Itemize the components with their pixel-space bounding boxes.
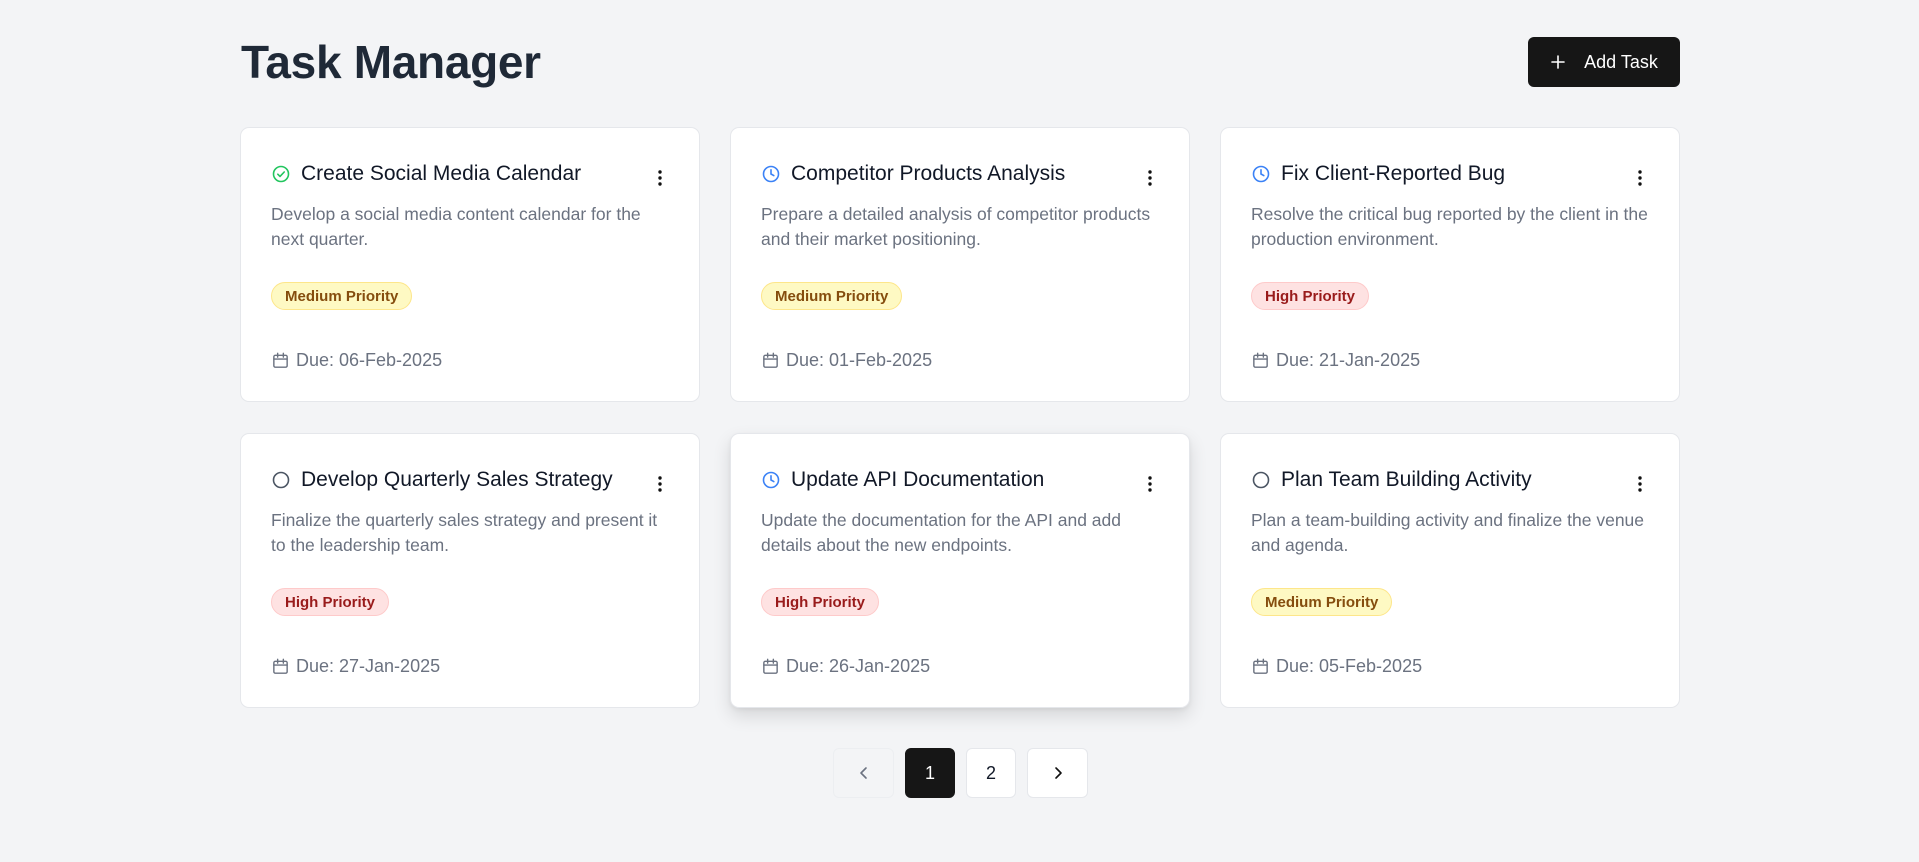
task-card: Create Social Media Calendar Develop a s… xyxy=(240,127,700,402)
due-date: Due: 05-Feb-2025 xyxy=(1251,656,1422,677)
add-task-label: Add Task xyxy=(1584,51,1658,72)
more-options-icon[interactable] xyxy=(1138,166,1162,190)
clock-icon[interactable] xyxy=(761,470,781,490)
task-description: Resolve the critical bug reported by the… xyxy=(1251,204,1648,249)
more-options-icon[interactable] xyxy=(1628,166,1652,190)
due-date: Due: 26-Jan-2025 xyxy=(761,656,930,677)
clock-icon[interactable] xyxy=(761,164,781,184)
due-date-label: Due: 05-Feb-2025 xyxy=(1276,656,1423,676)
due-date: Due: 06-Feb-2025 xyxy=(271,350,442,371)
task-description: Plan a team-building activity and finali… xyxy=(1251,510,1645,555)
task-description: Prepare a detailed analysis of competito… xyxy=(761,204,1151,249)
due-date-label: Due: 01-Feb-2025 xyxy=(786,350,933,370)
task-grid: Create Social Media Calendar Develop a s… xyxy=(240,127,1680,708)
add-task-button[interactable]: Add Task xyxy=(1528,37,1680,87)
calendar-icon xyxy=(763,658,778,674)
task-description: Finalize the quarterly sales strategy an… xyxy=(271,510,658,555)
due-date-label: Due: 06-Feb-2025 xyxy=(296,350,443,370)
task-description: Develop a social media content calendar … xyxy=(271,204,641,249)
page-title: Task Manager xyxy=(241,36,541,88)
clock-icon[interactable] xyxy=(1251,164,1271,184)
circle-icon[interactable] xyxy=(1251,470,1271,490)
chevron-left-icon xyxy=(859,767,867,779)
priority-badge: Medium Priority xyxy=(271,282,413,310)
more-options-icon[interactable] xyxy=(1138,472,1162,496)
calendar-icon xyxy=(1253,658,1268,674)
due-date-label: Due: 26-Jan-2025 xyxy=(786,656,931,676)
due-date: Due: 01-Feb-2025 xyxy=(761,350,932,371)
calendar-icon xyxy=(1253,352,1268,368)
plus-icon xyxy=(1551,55,1565,69)
previous-page-button[interactable] xyxy=(833,748,894,798)
task-title: Competitor Products Analysis xyxy=(791,162,1066,185)
task-title: Develop Quarterly Sales Strategy xyxy=(301,468,613,491)
priority-badge: High Priority xyxy=(271,588,390,616)
task-title: Fix Client-Reported Bug xyxy=(1281,162,1506,185)
more-options-icon[interactable] xyxy=(648,472,672,496)
priority-badge: Medium Priority xyxy=(761,282,903,310)
task-title: Plan Team Building Activity xyxy=(1281,468,1532,491)
calendar-icon xyxy=(273,658,288,674)
task-title: Create Social Media Calendar xyxy=(301,162,582,185)
due-date-label: Due: 21-Jan-2025 xyxy=(1276,350,1421,370)
check-circle-icon[interactable] xyxy=(271,164,291,184)
calendar-icon xyxy=(273,352,288,368)
task-card: Update API Documentation Update the docu… xyxy=(730,433,1190,708)
task-card: Develop Quarterly Sales Strategy Finaliz… xyxy=(240,433,700,708)
task-card: Competitor Products Analysis Prepare a d… xyxy=(730,127,1190,402)
more-options-icon[interactable] xyxy=(1628,472,1652,496)
priority-badge: Medium Priority xyxy=(1251,588,1393,616)
page-1-button[interactable]: 1 xyxy=(905,748,955,798)
next-page-button[interactable] xyxy=(1027,748,1088,798)
priority-badge: High Priority xyxy=(761,588,880,616)
task-title: Update API Documentation xyxy=(791,468,1045,491)
more-options-icon[interactable] xyxy=(648,166,672,190)
priority-badge: High Priority xyxy=(1251,282,1370,310)
task-card: Fix Client-Reported Bug Resolve the crit… xyxy=(1220,127,1680,402)
pagination: 1 2 xyxy=(833,748,1088,798)
chevron-right-icon xyxy=(1054,767,1062,779)
header: Task Manager Add Task xyxy=(240,36,1680,88)
due-date: Due: 21-Jan-2025 xyxy=(1251,350,1420,371)
due-date: Due: 27-Jan-2025 xyxy=(271,656,440,677)
page-2-button[interactable]: 2 xyxy=(966,748,1016,798)
due-date-label: Due: 27-Jan-2025 xyxy=(296,656,441,676)
task-description: Update the documentation for the API and… xyxy=(761,510,1121,555)
circle-icon[interactable] xyxy=(271,470,291,490)
calendar-icon xyxy=(763,352,778,368)
task-card: Plan Team Building Activity Plan a team-… xyxy=(1220,433,1680,708)
